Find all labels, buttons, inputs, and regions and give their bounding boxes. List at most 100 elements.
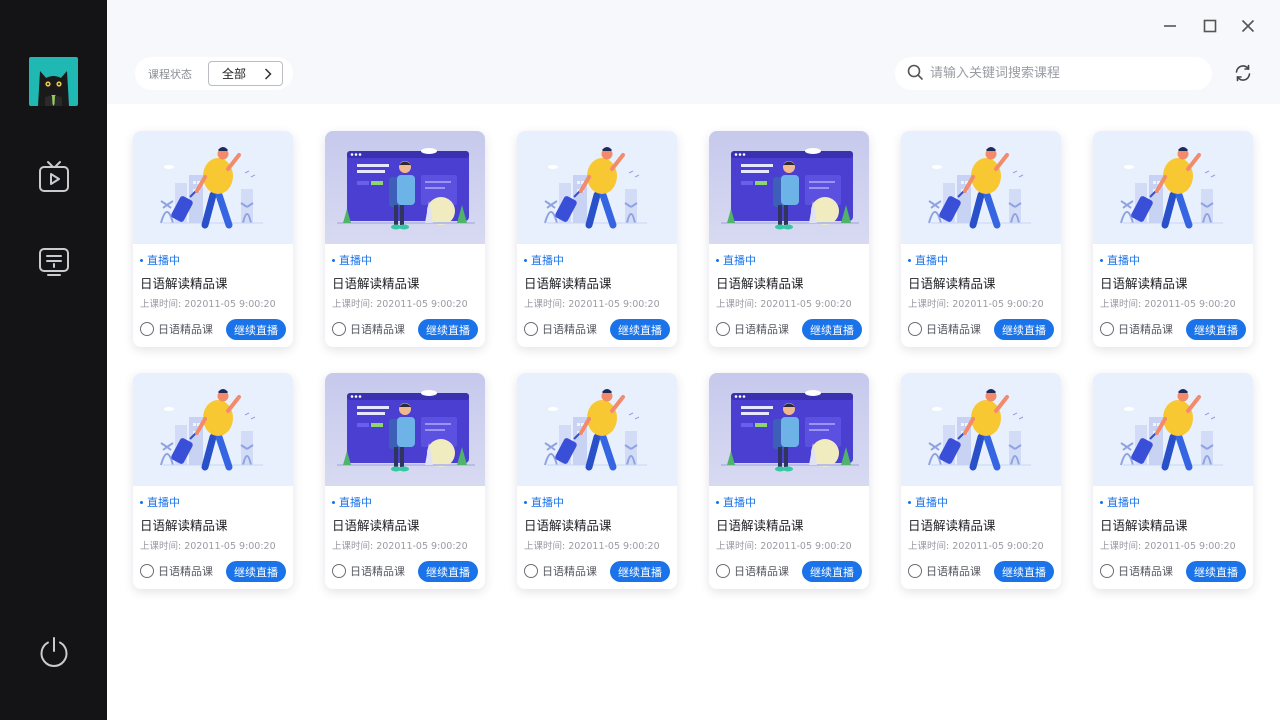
continue-live-button[interactable]: 继续直播 — [994, 561, 1054, 582]
circle-icon — [524, 564, 538, 578]
continue-live-button[interactable]: 继续直播 — [802, 561, 862, 582]
circle-icon — [332, 322, 346, 336]
search-icon — [907, 64, 923, 84]
live-status-text: 直播中 — [147, 496, 180, 509]
live-status: 直播中 — [524, 494, 564, 510]
live-status-text: 直播中 — [339, 496, 372, 509]
live-status: 直播中 — [332, 252, 372, 268]
course-tag: 日语精品课 — [524, 321, 597, 337]
power-icon[interactable] — [36, 634, 72, 670]
continue-live-button[interactable]: 继续直播 — [994, 319, 1054, 340]
course-card[interactable]: 直播中 日语解读精品课 上课时间: 202011-05 9:00:20 日语精品… — [133, 373, 293, 589]
course-thumbnail — [517, 131, 677, 244]
course-tag: 日语精品课 — [716, 321, 789, 337]
live-status: 直播中 — [1100, 252, 1140, 268]
continue-live-button[interactable]: 继续直播 — [610, 319, 670, 340]
continue-live-button[interactable]: 继续直播 — [418, 319, 478, 340]
course-card[interactable]: 直播中 日语解读精品课 上课时间: 202011-05 9:00:20 日语精品… — [325, 373, 485, 589]
tv-play-icon[interactable] — [36, 159, 72, 195]
circle-icon — [1100, 564, 1114, 578]
live-status-text: 直播中 — [723, 496, 756, 509]
continue-live-button[interactable]: 继续直播 — [226, 561, 286, 582]
course-card[interactable]: 直播中 日语解读精品课 上课时间: 202011-05 9:00:20 日语精品… — [1093, 373, 1253, 589]
continue-live-button[interactable]: 继续直播 — [1186, 561, 1246, 582]
course-title: 日语解读精品课 — [332, 276, 420, 291]
live-status-text: 直播中 — [531, 496, 564, 509]
circle-icon — [140, 322, 154, 336]
course-card[interactable]: 直播中 日语解读精品课 上课时间: 202011-05 9:00:20 日语精品… — [901, 131, 1061, 347]
circle-icon — [908, 322, 922, 336]
course-card[interactable]: 直播中 日语解读精品课 上课时间: 202011-05 9:00:20 日语精品… — [517, 373, 677, 589]
live-status: 直播中 — [908, 252, 948, 268]
course-grid: 直播中 日语解读精品课 上课时间: 202011-05 9:00:20 日语精品… — [133, 131, 1255, 589]
live-status-text: 直播中 — [531, 254, 564, 267]
continue-live-button[interactable]: 继续直播 — [802, 319, 862, 340]
course-tag: 日语精品课 — [1100, 563, 1173, 579]
live-status: 直播中 — [524, 252, 564, 268]
circle-icon — [140, 564, 154, 578]
course-tag-text: 日语精品课 — [542, 323, 597, 336]
course-tag: 日语精品课 — [140, 563, 213, 579]
continue-live-button[interactable]: 继续直播 — [418, 561, 478, 582]
course-thumbnail — [709, 131, 869, 244]
live-status: 直播中 — [908, 494, 948, 510]
live-status-text: 直播中 — [915, 254, 948, 267]
live-status: 直播中 — [140, 252, 180, 268]
course-thumbnail — [1093, 131, 1253, 244]
course-tag-text: 日语精品课 — [158, 565, 213, 578]
course-card[interactable]: 直播中 日语解读精品课 上课时间: 202011-05 9:00:20 日语精品… — [1093, 131, 1253, 347]
course-tag-text: 日语精品课 — [350, 323, 405, 336]
course-thumbnail — [901, 373, 1061, 486]
course-title: 日语解读精品课 — [140, 518, 228, 533]
screen-course-icon[interactable] — [36, 244, 72, 280]
course-card[interactable]: 直播中 日语解读精品课 上课时间: 202011-05 9:00:20 日语精品… — [709, 373, 869, 589]
live-status-text: 直播中 — [339, 254, 372, 267]
minimize-icon[interactable] — [1158, 14, 1182, 38]
course-card[interactable]: 直播中 日语解读精品课 上课时间: 202011-05 9:00:20 日语精品… — [517, 131, 677, 347]
live-status: 直播中 — [716, 252, 756, 268]
course-status-filter: 课程状态 全部 — [135, 57, 293, 90]
course-thumbnail — [1093, 373, 1253, 486]
course-tag: 日语精品课 — [908, 563, 981, 579]
continue-live-button[interactable]: 继续直播 — [226, 319, 286, 340]
class-time: 上课时间: 202011-05 9:00:20 — [140, 541, 276, 552]
class-time: 上课时间: 202011-05 9:00:20 — [332, 299, 468, 310]
status-select-value: 全部 — [222, 67, 247, 81]
search-bar — [895, 57, 1212, 90]
course-tag-text: 日语精品课 — [926, 565, 981, 578]
circle-icon — [716, 322, 730, 336]
circle-icon — [1100, 322, 1114, 336]
circle-icon — [524, 322, 538, 336]
refresh-icon[interactable] — [1232, 62, 1254, 84]
close-icon[interactable] — [1236, 14, 1260, 38]
filter-label: 课程状态 — [148, 67, 192, 81]
circle-icon — [716, 564, 730, 578]
class-time: 上课时间: 202011-05 9:00:20 — [716, 541, 852, 552]
class-time: 上课时间: 202011-05 9:00:20 — [524, 299, 660, 310]
course-title: 日语解读精品课 — [1100, 518, 1188, 533]
course-card[interactable]: 直播中 日语解读精品课 上课时间: 202011-05 9:00:20 日语精品… — [133, 131, 293, 347]
course-tag-text: 日语精品课 — [1118, 565, 1173, 578]
course-title: 日语解读精品课 — [716, 518, 804, 533]
class-time: 上课时间: 202011-05 9:00:20 — [332, 541, 468, 552]
course-title: 日语解读精品课 — [524, 276, 612, 291]
course-tag-text: 日语精品课 — [734, 565, 789, 578]
course-thumbnail — [133, 373, 293, 486]
course-card[interactable]: 直播中 日语解读精品课 上课时间: 202011-05 9:00:20 日语精品… — [901, 373, 1061, 589]
continue-live-button[interactable]: 继续直播 — [1186, 319, 1246, 340]
course-tag-text: 日语精品课 — [350, 565, 405, 578]
live-status-text: 直播中 — [1107, 254, 1140, 267]
class-time: 上课时间: 202011-05 9:00:20 — [1100, 299, 1236, 310]
continue-live-button[interactable]: 继续直播 — [610, 561, 670, 582]
status-select[interactable]: 全部 — [208, 61, 283, 86]
course-card[interactable]: 直播中 日语解读精品课 上课时间: 202011-05 9:00:20 日语精品… — [325, 131, 485, 347]
circle-icon — [332, 564, 346, 578]
search-input[interactable] — [930, 66, 1200, 81]
course-card[interactable]: 直播中 日语解读精品课 上课时间: 202011-05 9:00:20 日语精品… — [709, 131, 869, 347]
maximize-icon[interactable] — [1198, 14, 1222, 38]
course-thumbnail — [325, 373, 485, 486]
live-status: 直播中 — [140, 494, 180, 510]
course-thumbnail — [517, 373, 677, 486]
course-tag: 日语精品课 — [1100, 321, 1173, 337]
course-title: 日语解读精品课 — [716, 276, 804, 291]
